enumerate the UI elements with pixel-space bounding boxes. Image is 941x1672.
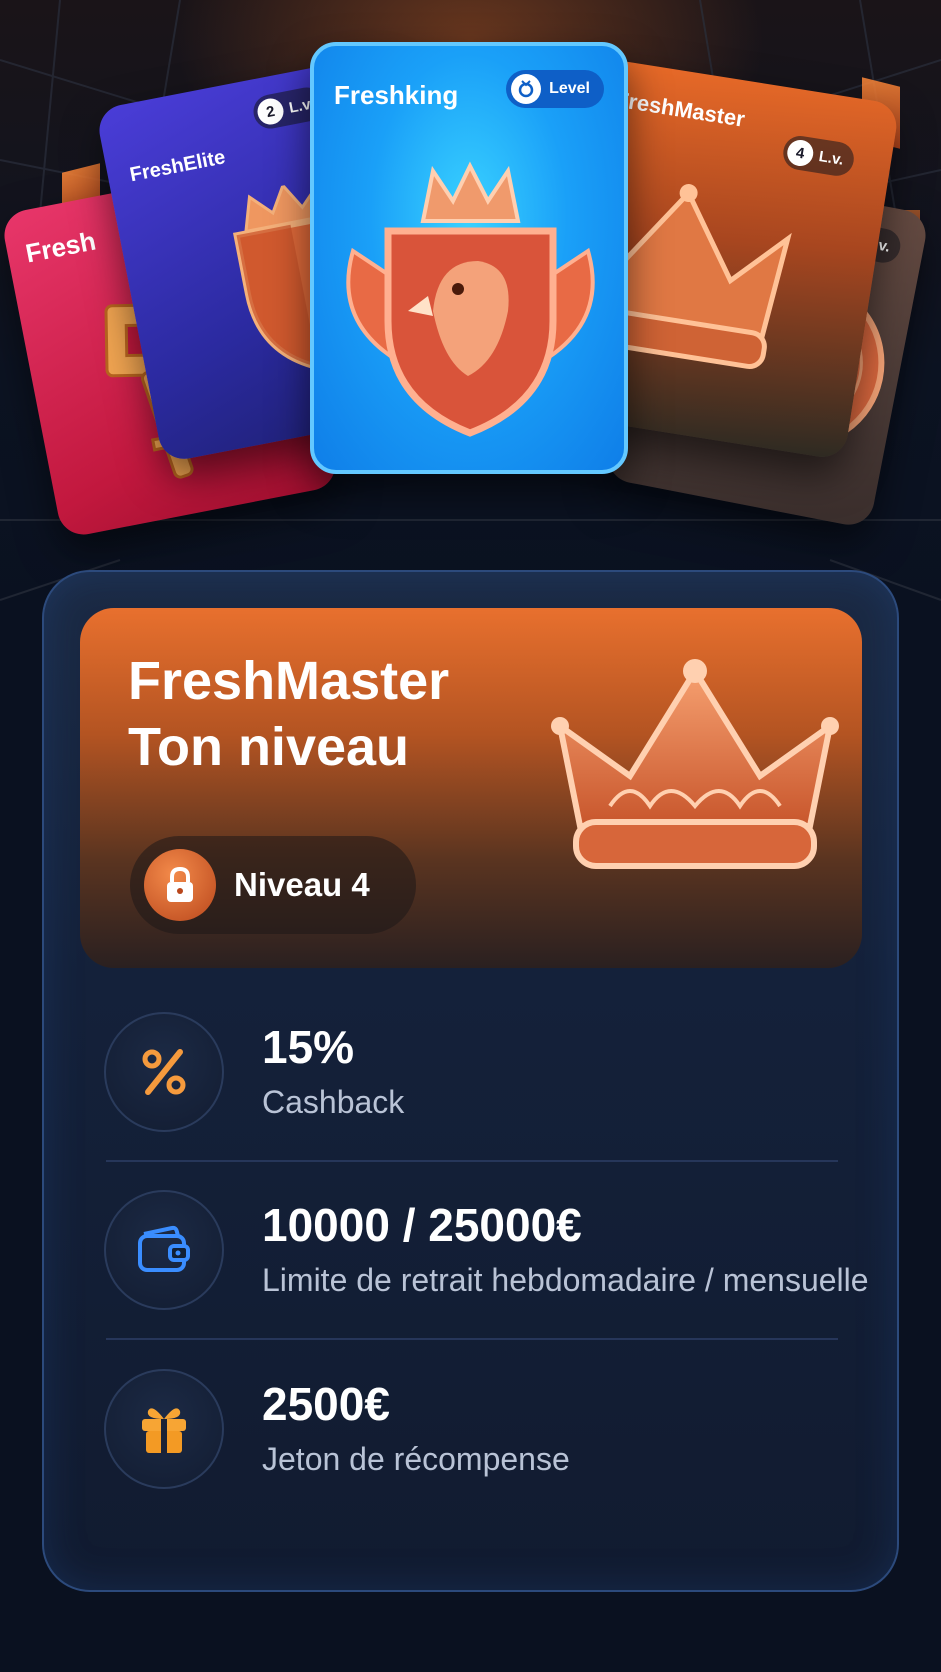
level-chip-label: Niveau 4 bbox=[234, 866, 370, 903]
tier-name: FreshMaster bbox=[128, 651, 450, 711]
eagle-shield-icon bbox=[346, 161, 595, 437]
benefit-label: Cashback bbox=[262, 1084, 405, 1120]
medal-icon bbox=[511, 74, 542, 104]
benefit-label: Limite de retrait hebdomadaire / mensuel… bbox=[262, 1262, 869, 1298]
benefit-cashback: 15% Cashback bbox=[104, 1006, 844, 1136]
level-number: 4 bbox=[785, 138, 816, 168]
card-title: FreshElite bbox=[128, 146, 228, 187]
level-number: 2 bbox=[255, 96, 286, 127]
current-tier-title: FreshMaster Ton niveau bbox=[128, 648, 449, 780]
benefit-reward-token: 2500€ Jeton de récompense bbox=[104, 1363, 844, 1493]
tier-card-freshking[interactable]: Freshking Level bbox=[310, 42, 628, 474]
percent-icon bbox=[104, 1012, 224, 1132]
benefit-label: Jeton de récompense bbox=[262, 1441, 570, 1477]
level-chip: Niveau 4 bbox=[130, 836, 416, 934]
benefit-value: 2500€ bbox=[262, 1378, 390, 1430]
crown-icon bbox=[551, 659, 839, 869]
benefit-value: 15% bbox=[262, 1021, 355, 1073]
tier-subtitle: Ton niveau bbox=[128, 717, 410, 777]
lock-icon bbox=[144, 849, 216, 921]
card-title: Fresh bbox=[23, 225, 99, 269]
benefit-value: 10000 / 25000€ bbox=[262, 1199, 582, 1251]
level-pill: Level bbox=[506, 70, 604, 108]
card-title: Freshking bbox=[334, 80, 459, 110]
card-title: FreshMaster bbox=[613, 86, 747, 132]
level-suffix: L.v. bbox=[817, 147, 845, 169]
level-pill-label: Level bbox=[549, 80, 590, 97]
divider bbox=[106, 1338, 838, 1340]
level-badge: 4 L.v. bbox=[780, 133, 856, 179]
gift-icon bbox=[104, 1369, 224, 1489]
benefit-withdrawal-limit: 10000 / 25000€ Limite de retrait hebdoma… bbox=[104, 1184, 869, 1314]
wallet-icon bbox=[104, 1190, 224, 1310]
current-tier-banner: FreshMaster Ton niveau Niveau 4 bbox=[80, 608, 862, 968]
divider bbox=[106, 1160, 838, 1162]
